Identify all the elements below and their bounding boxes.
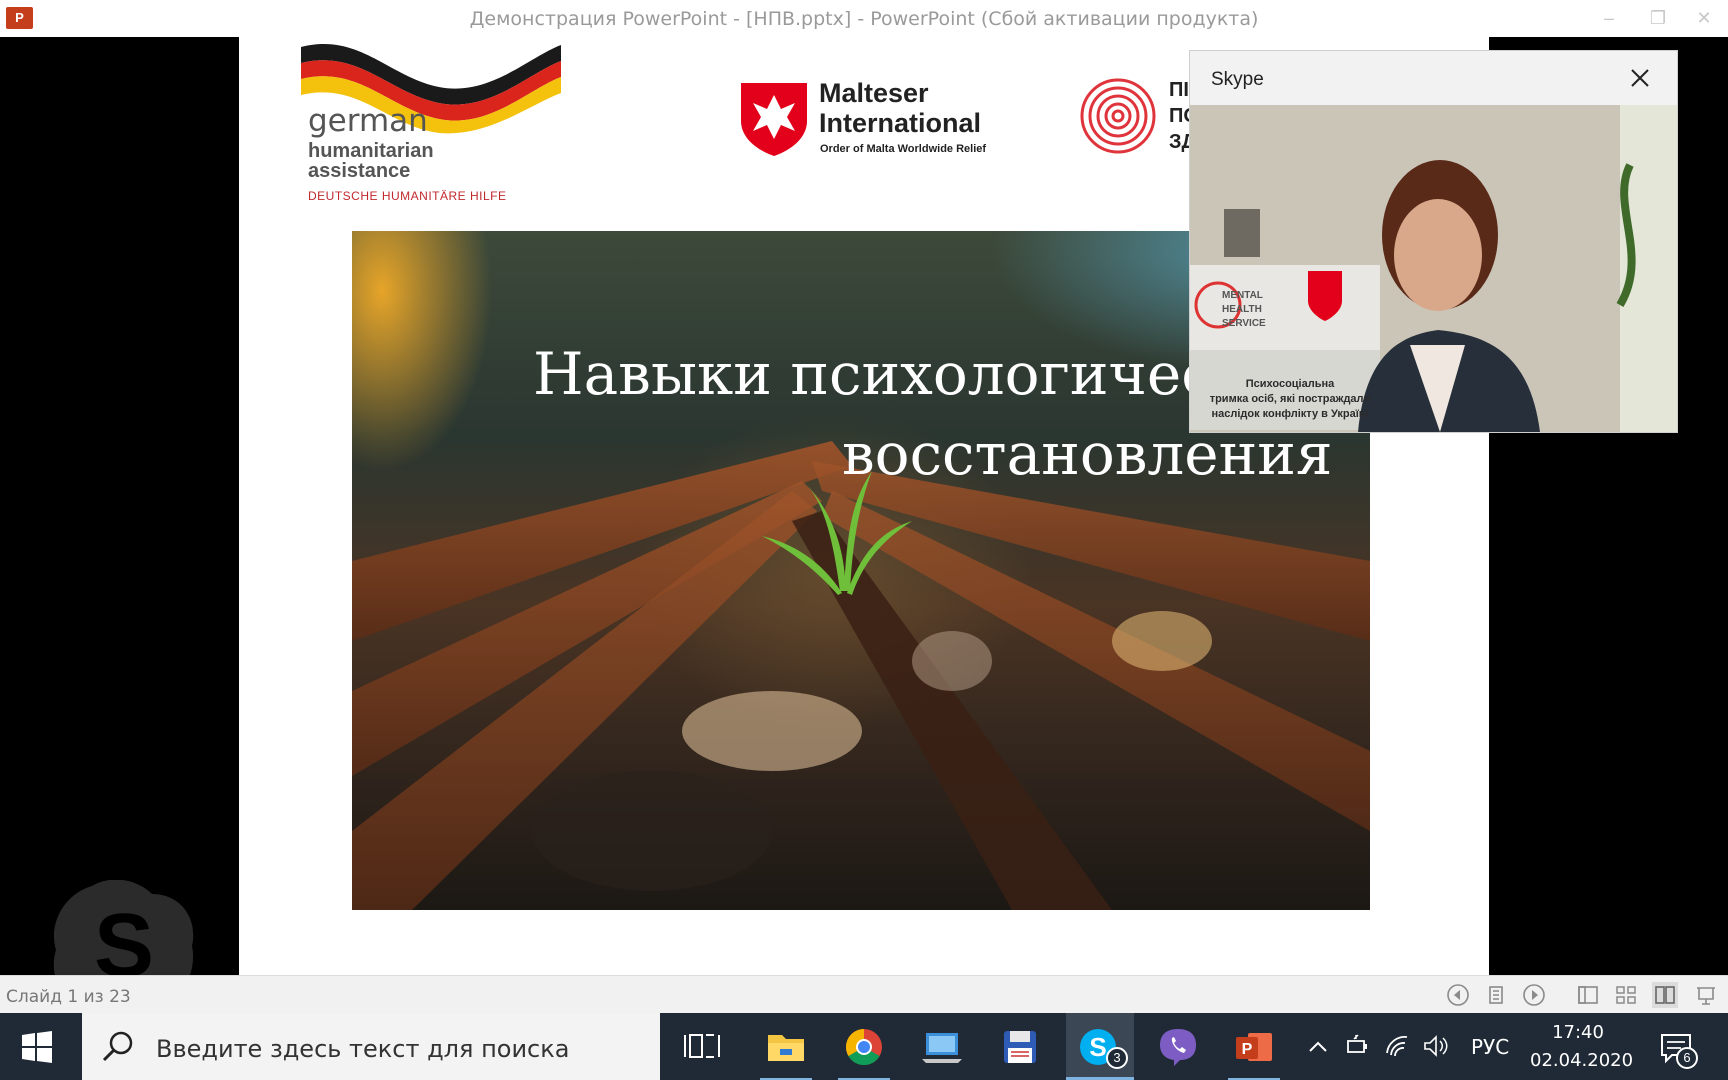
chrome-icon xyxy=(845,1029,882,1066)
taskbar-skype[interactable]: S 3 xyxy=(1066,1013,1134,1080)
skype-close-icon[interactable] xyxy=(1625,63,1655,93)
taskbar-powerpoint[interactable]: P xyxy=(1228,1021,1280,1080)
slide-menu-icon[interactable] xyxy=(1483,982,1509,1008)
svg-text:P: P xyxy=(1242,1041,1253,1058)
previous-slide-icon[interactable] xyxy=(1445,982,1471,1008)
malteser-international-logo: Malteser International Order of Malta Wo… xyxy=(739,78,999,191)
skype-notification-badge: 3 xyxy=(1106,1047,1128,1069)
task-view-icon[interactable] xyxy=(676,1021,728,1073)
malteser-logo-subtitle: Order of Malta Worldwide Relief xyxy=(820,143,987,155)
next-slide-icon[interactable] xyxy=(1521,982,1547,1008)
malteser-logo-name: Malteser International xyxy=(819,78,982,138)
volume-icon[interactable] xyxy=(1422,1033,1448,1059)
wifi-icon[interactable] xyxy=(1384,1033,1410,1059)
minimize-button[interactable]: – xyxy=(1594,6,1624,30)
input-language-indicator[interactable]: РУС xyxy=(1471,1035,1509,1059)
slide-counter: Слайд 1 из 23 xyxy=(6,987,131,1007)
restore-button[interactable]: ❐ xyxy=(1643,6,1673,30)
clock-date: 02.04.2020 xyxy=(1530,1050,1634,1071)
windows-start-icon[interactable] xyxy=(20,1030,54,1064)
file-explorer-icon xyxy=(768,1035,804,1061)
skype-window-title: Skype xyxy=(1211,69,1264,90)
powerpoint-icon: P xyxy=(1236,1033,1272,1061)
close-button[interactable]: ✕ xyxy=(1689,6,1719,30)
skype-video-feed: MENTAL HEALTH SERVICE Психосоціальна три… xyxy=(1190,105,1677,432)
poster-service-text: MENTAL HEALTH SERVICE xyxy=(1222,290,1266,329)
reading-view-icon[interactable] xyxy=(1652,982,1678,1008)
battery-icon[interactable] xyxy=(1344,1033,1370,1059)
search-icon xyxy=(102,1031,133,1062)
slide-sorter-icon[interactable] xyxy=(1613,982,1639,1008)
viber-icon[interactable] xyxy=(1152,1021,1204,1073)
taskbar-explorer[interactable] xyxy=(760,1021,812,1080)
taskbar-chrome[interactable] xyxy=(838,1021,890,1080)
floppy-save-app-icon[interactable] xyxy=(994,1021,1046,1073)
german-humanitarian-logo: german humanitarian assistance DEUTSCHE … xyxy=(289,37,569,203)
german-logo-word: german xyxy=(308,103,428,139)
german-logo-words: humanitarian assistance xyxy=(308,140,434,182)
search-input[interactable]: Введите здесь текст для поиска xyxy=(156,1035,569,1063)
mental-health-spiral-icon xyxy=(1080,78,1156,154)
action-center-button[interactable]: 6 xyxy=(1656,1027,1698,1069)
remote-desktop-icon[interactable] xyxy=(916,1021,968,1073)
poster-caption: Психосоціальна тримка осіб, які постражд… xyxy=(1209,378,1371,420)
show-hidden-icons-chevron-icon[interactable] xyxy=(1306,1035,1330,1059)
slide-title-line-1: Навыки психологичес xyxy=(533,340,1214,408)
skype-call-window[interactable]: Skype MENTAL HEALTH SERVICE Психосоціаль… xyxy=(1190,51,1677,432)
malteser-cross-shield-icon xyxy=(741,83,807,156)
notifications-count-badge: 6 xyxy=(1676,1047,1698,1069)
windows-taskbar: Введите здесь текст для поиска S 3 P РУС… xyxy=(0,1013,1728,1080)
window-title: Демонстрация PowerPoint - [НПВ.pptx] - P… xyxy=(469,8,1259,30)
skype-window-header[interactable]: Skype xyxy=(1190,51,1677,105)
title-bar: P Демонстрация PowerPoint - [НПВ.pptx] -… xyxy=(0,0,1728,37)
normal-view-icon[interactable] xyxy=(1575,982,1601,1008)
clock-time: 17:40 xyxy=(1552,1022,1604,1043)
svg-text:S: S xyxy=(1089,1032,1106,1062)
slide-show-icon[interactable] xyxy=(1693,982,1719,1008)
taskbar-search-box[interactable]: Введите здесь текст для поиска xyxy=(82,1013,660,1080)
presentation-status-bar: Слайд 1 из 23 xyxy=(0,975,1728,1013)
german-logo-subtitle: DEUTSCHE HUMANITÄRE HILFE xyxy=(308,189,507,203)
taskbar-clock[interactable]: 17:40 02.04.2020 xyxy=(1530,1019,1634,1075)
